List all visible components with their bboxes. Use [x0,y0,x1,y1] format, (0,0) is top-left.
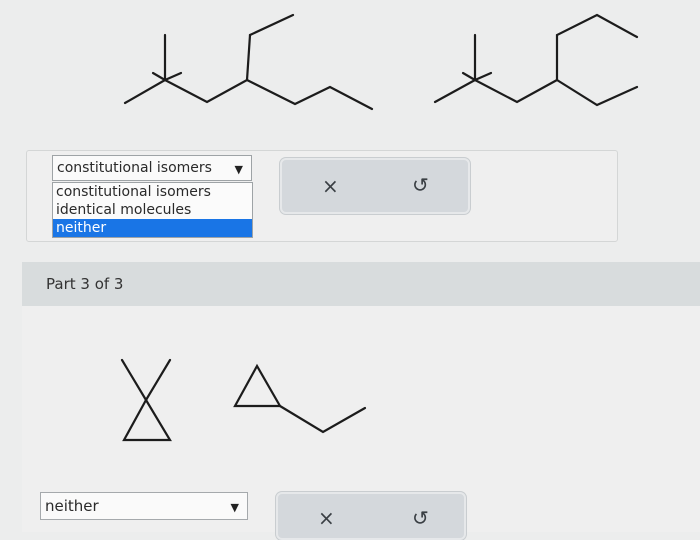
part2-select-value: constitutional isomers [57,160,212,176]
dropdown-caret-icon: ▼ [230,501,239,514]
molecule-cyclopropane-dimethyl [120,358,172,442]
option-neither[interactable]: neither [53,219,252,237]
part2-action-buttons: × ↺ [280,158,470,214]
part3-action-buttons: × ↺ [276,492,466,540]
part3-answer-select[interactable]: neither ▼ [40,492,248,520]
molecule-skeletal-left [123,13,374,111]
clear-x-icon[interactable]: × [318,506,335,530]
undo-icon[interactable]: ↺ [412,173,429,197]
undo-icon[interactable]: ↺ [412,506,429,530]
part3-header: Part 3 of 3 [22,262,700,306]
option-constitutional-isomers[interactable]: constitutional isomers [53,183,252,201]
option-identical-molecules[interactable]: identical molecules [53,201,252,219]
molecule-skeletal-right [433,13,639,107]
clear-x-icon[interactable]: × [322,174,339,198]
part3-select-value: neither [45,497,99,515]
part2-answer-select[interactable]: constitutional isomers ▼ [52,155,252,181]
molecule-ethylcyclopropane [233,363,367,434]
part3-title: Part 3 of 3 [46,275,124,293]
part2-answer-options: constitutional isomers identical molecul… [52,182,253,238]
dropdown-caret-icon: ▼ [234,163,243,176]
